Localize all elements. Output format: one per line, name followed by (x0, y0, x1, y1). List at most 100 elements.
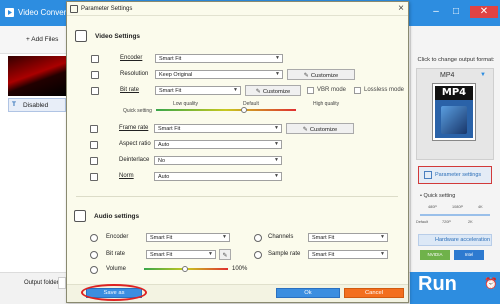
subtitle-dropdown[interactable]: T Disabled (8, 98, 66, 112)
dialog-titlebar: Parameter Settings × (67, 2, 408, 16)
volume-label: Volume (106, 266, 127, 272)
resolution-value: Keep Original (159, 72, 193, 78)
norm-value: Auto (158, 174, 170, 180)
deinterlace-select[interactable]: No ▼ (154, 156, 282, 165)
format-dropdown-icon[interactable]: ▼ (480, 72, 486, 78)
toolbar: + Add Files (0, 26, 68, 54)
chevron-down-icon: ▼ (274, 157, 279, 163)
frame-rate-select[interactable]: Smart Fit ▼ (154, 124, 282, 133)
audio-encoder-icon (90, 234, 98, 242)
app-title: Video Conver (18, 8, 67, 17)
settings-icon (424, 171, 432, 179)
aspect-ratio-select[interactable]: Auto ▼ (154, 140, 282, 149)
sample-rate-value: Smart Fit (312, 252, 335, 258)
minimize-icon[interactable]: – (430, 6, 442, 18)
deinterlace-value: No (158, 158, 166, 164)
norm-label: Norm (119, 173, 134, 179)
deinterlace-label: Deinterlace (119, 157, 150, 163)
slider-label-1080p: 1080P (452, 205, 463, 209)
pencil-icon: ✎ (302, 126, 308, 133)
deinterlace-icon (90, 157, 98, 165)
video-settings-heading: Video Settings (95, 33, 141, 40)
subtitle-icon: T (12, 101, 16, 108)
run-label: Run (418, 273, 457, 295)
quick-setting-slider[interactable] (420, 214, 490, 216)
chevron-down-icon: ▼ (274, 141, 279, 147)
sample-rate-icon (254, 251, 262, 259)
resolution-select[interactable]: Keep Original ▼ (155, 70, 283, 79)
output-format-caption: Click to change output format: (417, 57, 495, 63)
audio-settings-heading: Audio settings (94, 213, 140, 220)
quick-setting-label: • Quick setting (420, 193, 456, 199)
pencil-icon: ✎ (303, 72, 309, 79)
slider-label-4k: 4K (478, 205, 483, 209)
low-quality-label: Low quality (173, 101, 199, 107)
norm-select[interactable]: Auto ▼ (154, 172, 282, 181)
chevron-down-icon: ▼ (274, 125, 279, 131)
norm-icon (90, 173, 98, 181)
slider-label-2k: 2K (468, 220, 473, 224)
video-bitrate-label: Bit rate (120, 87, 140, 93)
parameter-settings-button[interactable]: Parameter settings (418, 166, 492, 184)
audio-bitrate-edit-button[interactable]: ✎ (219, 249, 231, 260)
video-thumbnail[interactable] (8, 56, 66, 96)
audio-encoder-select[interactable]: Smart Fit ▼ (146, 233, 230, 242)
audio-bitrate-label: Bit rate (106, 251, 126, 257)
video-encoder-select[interactable]: Smart Fit ▼ (155, 54, 283, 63)
pencil-icon: ✎ (222, 252, 228, 259)
maximize-icon[interactable]: □ (450, 6, 462, 18)
audio-bitrate-select[interactable]: Smart Fit ▼ (146, 250, 216, 259)
sample-rate-select[interactable]: Smart Fit ▼ (308, 250, 388, 259)
frame-rate-customize-button[interactable]: ✎ Customize (286, 123, 354, 134)
bitrate-customize-button[interactable]: ✎ Customize (245, 85, 301, 96)
audio-encoder-value: Smart Fit (150, 235, 173, 241)
add-files-button[interactable]: + Add Files (26, 36, 58, 43)
close-app-icon[interactable]: ✕ (470, 6, 498, 18)
quality-slider-track[interactable] (156, 109, 296, 111)
quick-setting-quality-label: Quick setting (123, 108, 152, 114)
audio-bitrate-icon (90, 251, 98, 259)
video-bitrate-select[interactable]: Smart Fit ▼ (155, 86, 241, 95)
pencil-icon: ✎ (255, 88, 261, 95)
volume-icon (90, 266, 98, 274)
resolution-label: Resolution (120, 71, 149, 77)
alarm-icon[interactable]: ⏰ (484, 277, 498, 291)
vbr-mode-checkbox[interactable] (307, 87, 314, 94)
vbr-mode-label: VBR mode (317, 87, 347, 93)
ok-button[interactable]: Ok (276, 288, 340, 298)
film-icon (441, 106, 467, 134)
dialog-close-icon[interactable]: × (398, 3, 404, 14)
cancel-button[interactable]: Cancel (344, 288, 404, 298)
chevron-down-icon: ▼ (233, 87, 238, 93)
audio-encoder-label: Encoder (106, 234, 129, 240)
lossless-mode-label: Lossless mode (364, 87, 405, 93)
chevron-down-icon: ▼ (274, 173, 279, 179)
volume-slider-handle[interactable] (182, 266, 188, 272)
aspect-ratio-value: Auto (158, 142, 170, 148)
slider-label-720p: 720P (442, 220, 451, 224)
hardware-acceleration-toggle[interactable]: Hardware acceleration (418, 234, 492, 246)
output-folder-input[interactable] (58, 277, 66, 289)
channels-select[interactable]: Smart Fit ▼ (308, 233, 388, 242)
high-quality-label: High quality (313, 101, 340, 107)
hardware-acceleration-label: Hardware acceleration (435, 237, 491, 243)
subtitle-value: Disabled (23, 102, 49, 109)
video-settings-icon (75, 30, 87, 42)
aspect-ratio-icon (90, 141, 98, 149)
resolution-customize-button[interactable]: ✎ Customize (287, 69, 355, 80)
channels-icon (254, 234, 262, 242)
chevron-down-icon: ▼ (275, 55, 280, 61)
dialog-title: Parameter Settings (81, 6, 133, 12)
channels-label: Channels (268, 234, 294, 240)
frame-rate-label: Frame rate (119, 125, 149, 131)
mp4-format-icon[interactable]: MP4 (433, 84, 475, 140)
nvidia-badge: NVIDIA (420, 250, 450, 260)
volume-value: 100% (232, 266, 248, 272)
video-encoder-label: Encoder (120, 55, 143, 61)
dialog-icon (70, 5, 78, 13)
parameter-settings-label: Parameter settings (435, 172, 482, 178)
mp4-icon-label: MP4 (435, 86, 473, 100)
output-format-value: MP4 (440, 72, 455, 79)
lossless-mode-checkbox[interactable] (354, 87, 361, 94)
save-as-highlight (81, 284, 147, 301)
